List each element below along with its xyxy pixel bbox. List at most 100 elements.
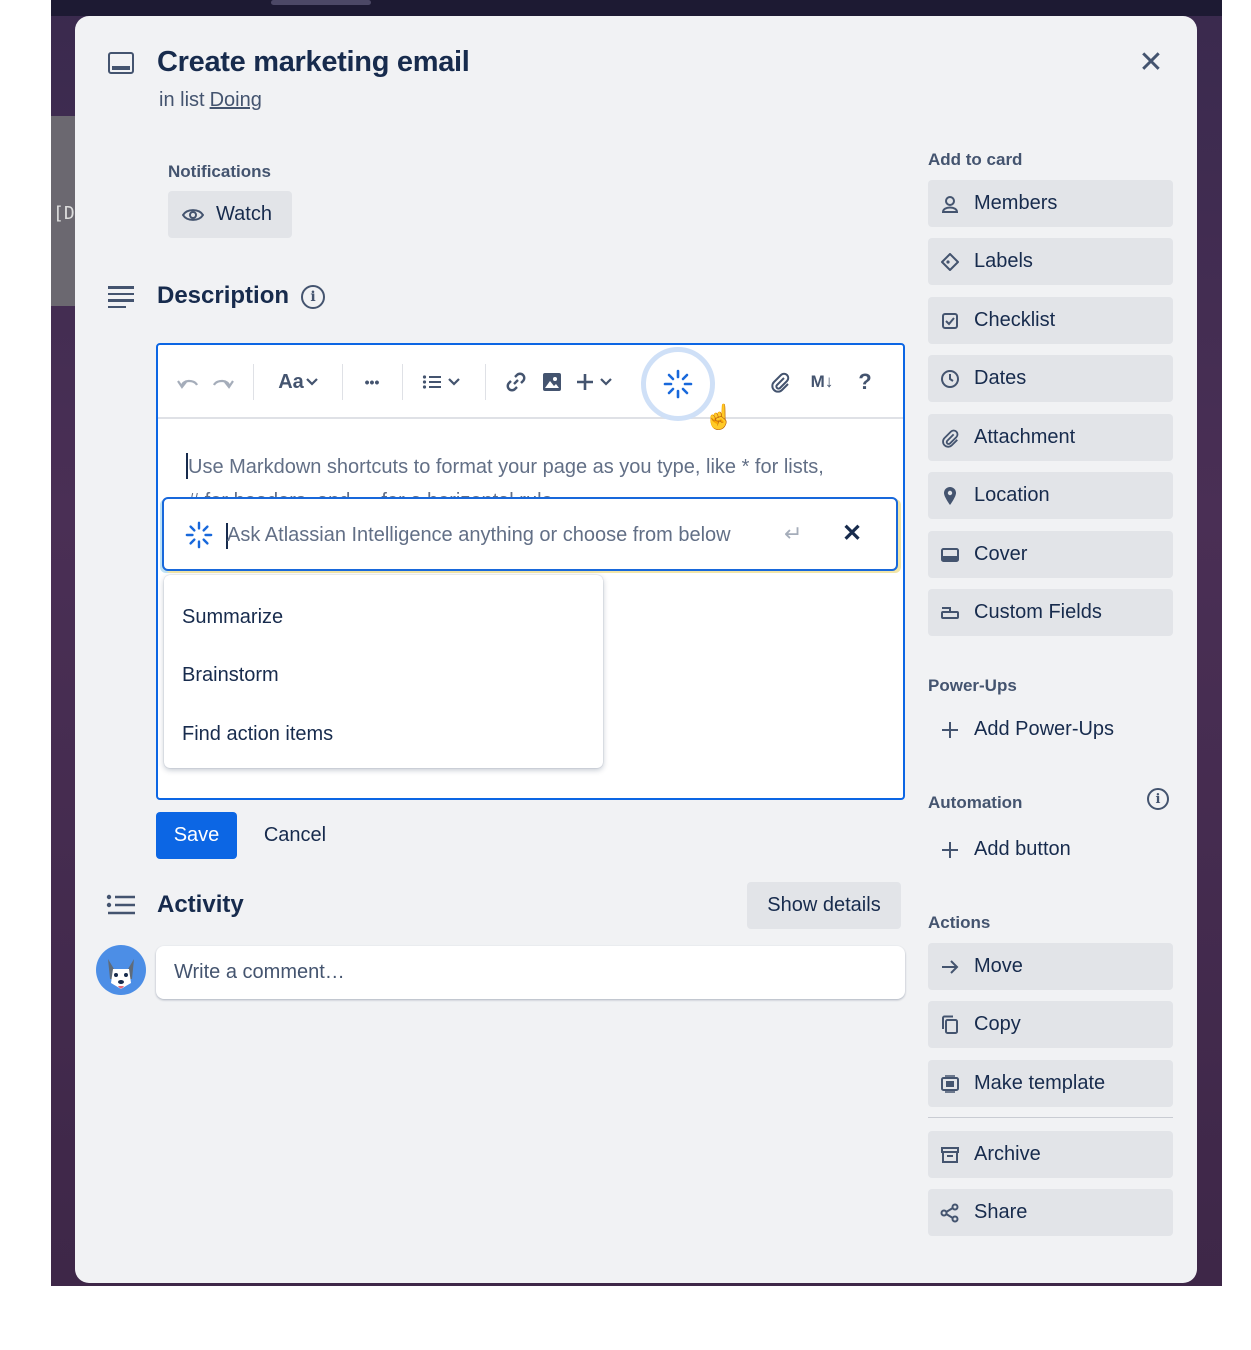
- attachment-button[interactable]: Attachment: [928, 414, 1173, 461]
- location-button[interactable]: Location: [928, 472, 1173, 519]
- copy-icon: [940, 1015, 960, 1035]
- card-detail-modal: Create marketing email in list Doing ✕ No…: [75, 16, 1197, 1283]
- comment-box[interactable]: [156, 946, 905, 999]
- markdown-toggle[interactable]: M↓: [806, 367, 838, 397]
- chevron-down-icon: [306, 378, 318, 386]
- chevron-down-icon: [600, 378, 612, 386]
- paperclip-icon: [940, 428, 960, 448]
- location-label: Location: [974, 484, 1050, 506]
- automation-info-icon[interactable]: i: [1147, 788, 1169, 810]
- undo-icon[interactable]: [174, 367, 202, 397]
- share-button[interactable]: Share: [928, 1189, 1173, 1236]
- archive-label: Archive: [974, 1143, 1041, 1165]
- enter-icon[interactable]: ↵: [784, 521, 802, 547]
- share-label: Share: [974, 1201, 1028, 1223]
- insert-menu-button[interactable]: [571, 367, 617, 397]
- power-ups-label: Power-Ups: [928, 676, 1017, 695]
- plus-icon: [940, 840, 960, 860]
- add-button-button[interactable]: Add button: [928, 826, 1173, 873]
- card-list-info: in list Doing: [159, 89, 262, 112]
- add-power-ups-button[interactable]: Add Power-Ups: [928, 706, 1173, 753]
- dates-label: Dates: [974, 367, 1027, 389]
- add-power-ups-label: Add Power-Ups: [974, 718, 1115, 740]
- dates-button[interactable]: Dates: [928, 355, 1173, 402]
- labels-label: Labels: [974, 250, 1033, 272]
- activity-title: Activity: [157, 891, 244, 918]
- link-icon[interactable]: [502, 367, 530, 397]
- show-details-button[interactable]: Show details: [747, 882, 901, 929]
- members-button[interactable]: Members: [928, 180, 1173, 227]
- actions-divider: [928, 1117, 1173, 1118]
- cover-label: Cover: [974, 543, 1028, 565]
- pointer-cursor-icon: ☝: [704, 404, 734, 431]
- move-label: Move: [974, 955, 1023, 977]
- close-icon[interactable]: ✕: [1135, 46, 1167, 79]
- share-icon: [940, 1203, 960, 1223]
- archive-button[interactable]: Archive: [928, 1131, 1173, 1178]
- text-style-button[interactable]: Aa: [273, 367, 323, 397]
- plus-icon: [577, 374, 593, 390]
- ai-option-summarize[interactable]: Summarize: [164, 588, 603, 647]
- actions-label: Actions: [928, 913, 991, 932]
- clock-icon: [940, 369, 960, 389]
- list-prefix: in list: [159, 89, 205, 111]
- card-cover-icon: [940, 545, 960, 565]
- ai-option-brainstorm[interactable]: Brainstorm: [164, 647, 603, 706]
- list-menu-button[interactable]: [420, 367, 462, 397]
- placeholder-line-2: # for headers, and --- for a horizontal …: [188, 484, 888, 498]
- copy-label: Copy: [974, 1013, 1021, 1035]
- more-formatting-button[interactable]: •••: [357, 367, 387, 397]
- save-button[interactable]: Save: [156, 812, 237, 859]
- description-info-icon[interactable]: i: [301, 285, 325, 309]
- custom-fields-label: Custom Fields: [974, 601, 1102, 623]
- editor-placeholder: Use Markdown shortcuts to format your pa…: [188, 450, 888, 498]
- automation-label: Automation: [928, 793, 1023, 812]
- image-icon[interactable]: [538, 367, 566, 397]
- arrow-right-icon: [940, 957, 960, 977]
- editor-toolbar: Aa ••• ☝ M↓ ?: [158, 345, 903, 431]
- comment-input[interactable]: [156, 946, 905, 999]
- add-to-card-label: Add to card: [928, 150, 1023, 169]
- copy-button[interactable]: Copy: [928, 1001, 1173, 1048]
- card-title[interactable]: Create marketing email: [157, 46, 470, 79]
- attachment-label: Attachment: [974, 426, 1076, 448]
- ai-prompt-bar: ↵ ✕: [162, 497, 898, 571]
- custom-fields-button[interactable]: Custom Fields: [928, 589, 1173, 636]
- cancel-button[interactable]: Cancel: [250, 812, 340, 859]
- help-icon[interactable]: ?: [853, 367, 877, 397]
- plus-icon: [940, 720, 960, 740]
- close-icon[interactable]: ✕: [842, 519, 862, 548]
- move-button[interactable]: Move: [928, 943, 1173, 990]
- board-header: [51, 0, 1222, 16]
- activity-icon: [106, 894, 135, 915]
- labels-button[interactable]: Labels: [928, 238, 1173, 285]
- eye-icon: [182, 208, 204, 221]
- ai-options-menu: Summarize Brainstorm Find action items: [164, 575, 603, 768]
- tag-icon: [940, 252, 960, 272]
- bullet-list-icon: [422, 375, 441, 389]
- list-link[interactable]: Doing: [210, 89, 262, 111]
- make-template-button[interactable]: Make template: [928, 1060, 1173, 1107]
- checklist-button[interactable]: Checklist: [928, 297, 1173, 344]
- archive-icon: [940, 1145, 960, 1165]
- text-style-label: Aa: [278, 370, 304, 393]
- add-button-label: Add button: [974, 838, 1071, 860]
- person-icon: [940, 194, 960, 214]
- redo-icon[interactable]: [209, 367, 237, 397]
- watch-label: Watch: [216, 203, 272, 225]
- checkbox-icon: [940, 311, 960, 331]
- members-label: Members: [974, 192, 1058, 214]
- chevron-down-icon: [448, 378, 460, 386]
- watch-button[interactable]: Watch: [168, 191, 292, 238]
- cover-button[interactable]: Cover: [928, 531, 1173, 578]
- avatar[interactable]: [96, 945, 146, 995]
- template-icon: [940, 1074, 960, 1094]
- attachment-icon[interactable]: [766, 367, 794, 397]
- ai-prompt-input[interactable]: [227, 518, 787, 552]
- notifications-label: Notifications: [168, 162, 271, 181]
- card-icon: [108, 52, 134, 74]
- description-icon: [108, 286, 134, 308]
- ai-option-find-action-items[interactable]: Find action items: [164, 705, 603, 764]
- board-card-text: [D: [53, 203, 75, 224]
- placeholder-line-1: Use Markdown shortcuts to format your pa…: [188, 456, 824, 478]
